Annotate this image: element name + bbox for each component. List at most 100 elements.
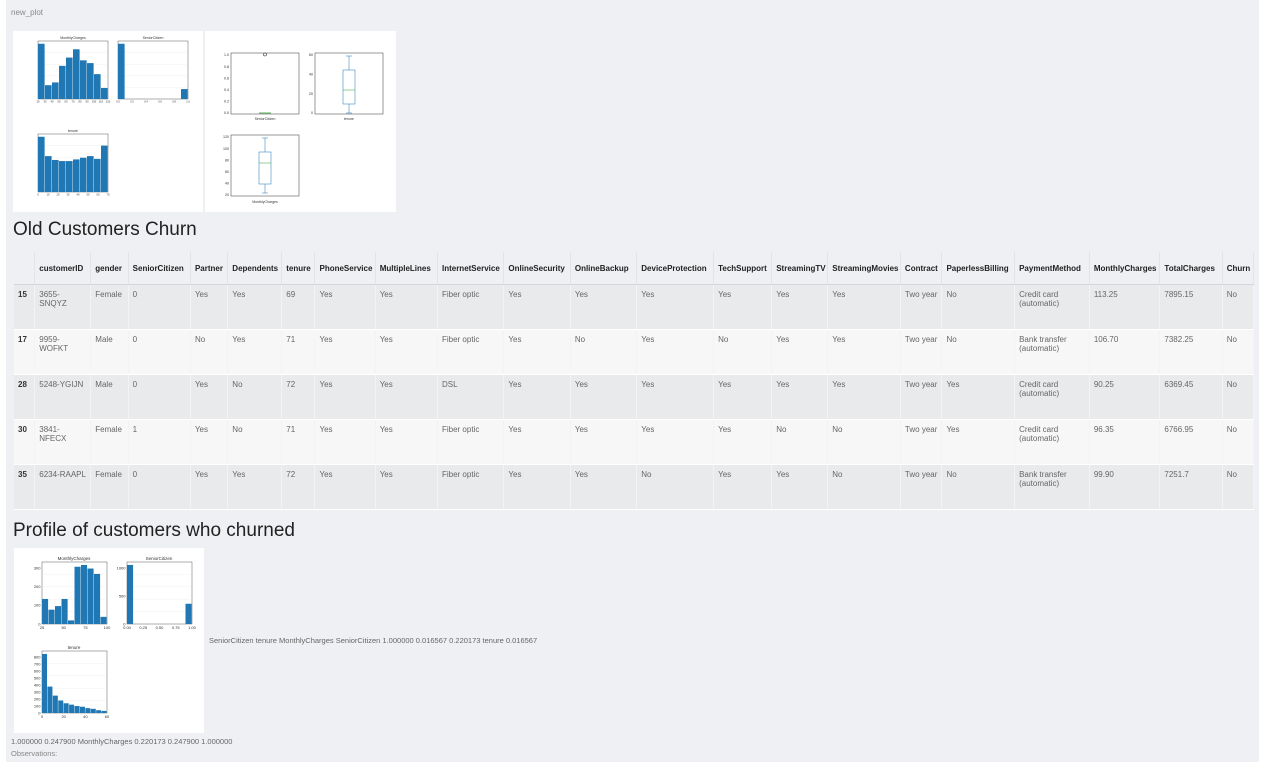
x-tick-label: 0.75 <box>172 625 181 630</box>
table-cell: 3841-NFECX <box>34 419 92 465</box>
y-tick-label: 500 <box>119 593 126 598</box>
table-cell: Fiber optic <box>437 419 505 465</box>
table-cell: 0 <box>128 464 191 510</box>
table-cell: No <box>636 464 715 510</box>
table-cell: Yes <box>190 464 229 510</box>
histogram-bar <box>73 159 80 192</box>
y-tick-label: 1000 <box>117 566 127 571</box>
old-customers-table: customerID gender SeniorCitizen Partner Depe… <box>14 252 1255 510</box>
table-cell: Yes <box>713 284 773 330</box>
table-cell: Yes <box>375 374 438 420</box>
table-cell: Yes <box>570 374 638 420</box>
table-cell: 3655-SNQYZ <box>34 284 92 330</box>
table-cell: 7895.15 <box>1159 284 1223 330</box>
y-tick-label: 0.4 <box>224 88 229 92</box>
table-cell: Yes <box>503 329 571 375</box>
tenure-boxplot: 0 20 40 60 tenure <box>309 52 384 121</box>
table-cell: Yes <box>713 464 773 510</box>
x-tick-label: 100 <box>104 625 111 630</box>
table-row: 35 6234-RAAPL Female 0 Yes Yes 72 Yes Yes Fiber o… <box>14 464 1255 510</box>
tenure-box <box>342 69 356 105</box>
histogram-bar <box>96 710 102 713</box>
column-header: gender <box>90 252 129 285</box>
correlation-output-line-1: SeniorCitizen tenure MonthlyCharges Seni… <box>209 636 538 645</box>
y-tick-label: 80 <box>225 158 229 162</box>
y-tick-label: 1.0 <box>224 53 229 57</box>
table-cell: Yes <box>941 374 1016 420</box>
column-header: Partner <box>190 252 229 285</box>
senior-boxplot-label: SeniorCitizen <box>255 117 276 121</box>
histograms-figure: MonthlyCharges 20 30 40 50 60 70 80 90 100 110 120… <box>13 31 203 212</box>
churned-histograms-figure: MonthlyCharges 25 50 75 100 0 100 200 300 Senio… <box>14 548 204 733</box>
histogram-bar <box>87 568 94 624</box>
histogram-bar <box>58 700 64 713</box>
table-cell: Yes <box>713 374 773 420</box>
table-cell: 71 <box>281 329 316 375</box>
column-header: SeniorCitizen <box>128 252 191 285</box>
histogram-bar <box>85 708 91 713</box>
table-cell: Yes <box>375 284 438 330</box>
senior-citizen-boxplot: 0.0 0.2 0.4 0.6 0.8 1.0 SeniorCitizen <box>224 52 300 121</box>
y-tick-label: 800 <box>34 655 41 660</box>
histogram-bar <box>74 706 80 713</box>
histogram-bar <box>59 161 66 192</box>
column-header: StreamingTV <box>771 252 829 285</box>
histogram-bar <box>81 564 88 624</box>
table-cell: Yes <box>227 284 283 330</box>
churned-histograms-svg: MonthlyCharges 25 50 75 1000100200300 Senio… <box>34 556 197 719</box>
table-cell: Yes <box>636 284 715 330</box>
histogram-bar <box>80 60 87 99</box>
boxplots-svg: 0.0 0.2 0.4 0.6 0.8 1.0 SeniorCitizen 0 20 40 60… <box>223 52 384 204</box>
table-cell: Yes <box>314 419 376 465</box>
y-tick-label: 600 <box>34 668 41 673</box>
table-cell: Yes <box>771 464 829 510</box>
histogram-bar <box>87 156 94 192</box>
notebook-output: new_plot MonthlyCharges 20 30 40 50 60 70 80 90… <box>6 0 1259 762</box>
table-cell: Fiber optic <box>437 329 505 375</box>
tenure-title: tenure <box>68 129 78 133</box>
y-tick-label: 0.2 <box>224 100 229 104</box>
histogram-bar <box>69 704 75 713</box>
table-cell: Yes <box>190 374 229 420</box>
table-cell: Yes <box>570 419 638 465</box>
x-tick-label: 80 <box>79 100 82 104</box>
table-cell: Yes <box>636 329 715 375</box>
table-cell: Female <box>90 284 129 330</box>
table-cell: Yes <box>570 284 638 330</box>
table-cell: Yes <box>503 464 571 510</box>
y-tick-label: 200 <box>34 696 41 701</box>
x-tick-label: 100 <box>92 100 97 104</box>
histogram-bar <box>52 159 59 192</box>
histogram-bar <box>87 63 94 99</box>
x-tick-label: 70 <box>72 100 75 104</box>
x-tick-label: 110 <box>99 100 104 104</box>
table-cell: Yes <box>827 374 901 420</box>
x-tick-label: 120 <box>106 100 111 104</box>
table-cell: 6766.95 <box>1159 419 1223 465</box>
table-cell: No <box>190 329 229 375</box>
table-cell: No <box>227 374 283 420</box>
histogram-bar <box>73 49 80 99</box>
x-tick-label: 0.6 <box>158 100 162 104</box>
histograms-svg: MonthlyCharges 20 30 40 50 60 70 80 90 100 110 120… <box>37 36 191 197</box>
column-header: DeviceProtection <box>636 252 715 285</box>
table-cell: Bank transfer (automatic) <box>1014 329 1090 375</box>
table-cell: No <box>1222 329 1255 375</box>
index-header <box>14 252 36 285</box>
table-row: 15 3655-SNQYZ Female 0 Yes Yes 69 Yes Yes Fiber o… <box>14 284 1255 330</box>
y-tick-label: 0.6 <box>224 76 229 80</box>
table-cell: 7382.25 <box>1159 329 1223 375</box>
table-cell: Yes <box>713 419 773 465</box>
table-cell: 0 <box>128 374 191 420</box>
figure-label: new_plot <box>11 8 44 17</box>
table-cell: No <box>1222 419 1255 465</box>
table-cell: 96.35 <box>1089 419 1161 465</box>
histogram-bar <box>47 686 53 713</box>
table-cell: Yes <box>636 419 715 465</box>
x-tick-label: 0.50 <box>156 625 165 630</box>
table-cell: Yes <box>314 284 376 330</box>
tenure-histogram: tenure 0 10 20 30 40 50 60 70 <box>37 129 110 197</box>
table-body: 15 3655-SNQYZ Female 0 Yes Yes 69 Yes Yes Fiber o… <box>14 284 1255 510</box>
column-header: customerID <box>34 252 92 285</box>
table-cell: 71 <box>281 419 316 465</box>
